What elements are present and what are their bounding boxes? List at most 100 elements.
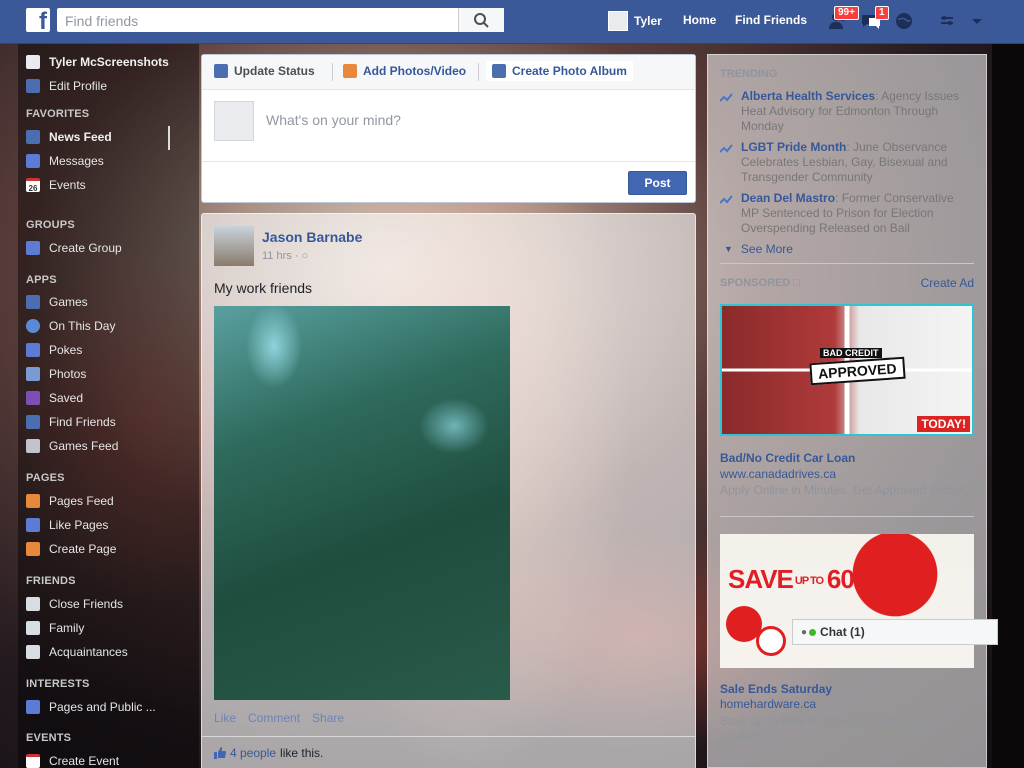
acquaintances-icon — [26, 645, 40, 659]
album-icon — [492, 64, 506, 78]
trending-arrow-icon — [720, 93, 733, 102]
trending-item[interactable]: Dean Del Mastro: Former Conservative MP … — [720, 191, 970, 236]
likes-summary: 4 people like this. — [202, 736, 695, 760]
ad-upto-text: UP TO — [794, 575, 824, 588]
interests-heading: INTERESTS — [26, 678, 90, 690]
post-button[interactable]: Post — [628, 171, 687, 195]
avatar — [214, 101, 254, 141]
right-column: TRENDING Alberta Health Services: Agency… — [707, 54, 987, 768]
pages-feed-flag-icon — [26, 494, 40, 508]
ad-url[interactable]: www.canadadrives.ca — [720, 467, 836, 481]
sidebar-item-acquaintances[interactable]: Acquaintances — [26, 643, 128, 661]
avatar[interactable] — [214, 226, 254, 266]
sidebar-item-saved[interactable]: Saved — [26, 389, 83, 407]
ad-title[interactable]: Sale Ends Saturday — [720, 682, 832, 696]
sidebar-item-find-friends[interactable]: Find Friends — [26, 413, 116, 431]
ad-approved-badge: APPROVED — [809, 356, 906, 386]
story-author[interactable]: Jason Barnabe — [262, 229, 362, 245]
ad-description: Apply Online in Minutes. Get Approved To… — [720, 483, 965, 497]
status-input[interactable]: What's on your mind? — [266, 112, 401, 128]
story-photo[interactable] — [214, 306, 510, 700]
nav-user-name: Tyler — [634, 14, 662, 28]
sidebar-item-pages-feed[interactable]: Pages Feed — [26, 492, 114, 510]
sidebar-item-like-pages[interactable]: Like Pages — [26, 516, 108, 534]
see-more-link[interactable]: ▼ See More — [724, 242, 793, 256]
create-event-label: Create Event — [49, 754, 120, 768]
sidebar-item-create-event[interactable]: Create Event — [26, 752, 119, 768]
composer-footer: Post — [202, 161, 695, 203]
sidebar-item-pokes[interactable]: Pokes — [26, 341, 82, 359]
messages-icon — [26, 154, 40, 168]
see-more-label: See More — [740, 242, 793, 256]
sidebar-item-on-this-day[interactable]: On This Day — [26, 317, 115, 335]
sidebar-item-games[interactable]: Games — [26, 293, 88, 311]
feed-list-icon — [26, 700, 40, 714]
comment-link[interactable]: Comment — [248, 711, 300, 725]
ad-lantern-graphic — [756, 626, 786, 656]
sidebar-item-events[interactable]: 26 Events — [26, 176, 86, 194]
photos-label: Photos — [49, 367, 87, 381]
like-link[interactable]: Like — [214, 711, 236, 725]
trending-item[interactable]: LGBT Pride Month: June Observance Celebr… — [720, 140, 970, 185]
pages-heading: PAGES — [26, 472, 65, 484]
find-friends-label: Find Friends — [49, 415, 116, 429]
ad-image-car-loan[interactable]: BAD CREDIT APPROVED TODAY! — [720, 304, 974, 436]
left-navigation: Tyler McScreenshots Edit Profile FAVORIT… — [18, 44, 199, 768]
trending-heading: TRENDING — [720, 68, 778, 80]
story-timestamp[interactable]: 11 hrs · ○ — [262, 250, 308, 262]
ad-image-sale[interactable]: SAVE UP TO 60% — [720, 534, 974, 668]
sidebar-item-create-page[interactable]: Create Page — [26, 540, 116, 558]
sidebar-item-close-friends[interactable]: Close Friends — [26, 595, 123, 613]
top-bar: f Tyler Home Find Friends 99+ 1 — [0, 0, 1024, 44]
favorites-heading: FAVORITES — [26, 108, 90, 120]
search-box — [57, 8, 504, 32]
ad-title[interactable]: Bad/No Credit Car Loan — [720, 451, 855, 465]
privacy-shortcuts-icon[interactable] — [938, 10, 960, 32]
ad-percent-text: 60% — [826, 564, 877, 594]
edit-profile-link[interactable]: Edit Profile — [26, 77, 107, 95]
sponsored-label: SPONSORED — [720, 277, 791, 289]
trending-title: Dean Del Mastro — [741, 191, 836, 205]
nav-find-friends-link[interactable]: Find Friends — [735, 13, 807, 27]
share-link[interactable]: Share — [312, 711, 344, 725]
create-group-label: Create Group — [49, 241, 122, 255]
chat-person-icon: ● — [801, 626, 808, 638]
nav-profile-link[interactable]: Tyler — [608, 11, 662, 31]
acquaintances-label: Acquaintances — [49, 645, 128, 659]
nav-home-link[interactable]: Home — [683, 13, 716, 27]
photos-icon — [26, 367, 40, 381]
account-menu-chevron-down-icon[interactable] — [966, 10, 988, 32]
create-event-icon — [26, 754, 40, 768]
active-indicator — [168, 126, 170, 150]
calendar-icon: 26 — [26, 178, 40, 193]
left-profile-link[interactable]: Tyler McScreenshots — [26, 53, 169, 71]
chat-bar[interactable]: ● Chat (1) — [792, 619, 998, 645]
ad-url[interactable]: homehardware.ca — [720, 697, 816, 711]
messages-label: Messages — [49, 154, 104, 168]
search-input[interactable] — [63, 11, 457, 31]
sidebar-item-photos[interactable]: Photos — [26, 365, 86, 383]
notifications-globe-icon[interactable] — [893, 10, 915, 32]
tab-update-status[interactable]: Update Status — [214, 64, 315, 78]
search-button[interactable] — [458, 8, 504, 32]
likes-count-link[interactable]: 4 people — [230, 746, 276, 760]
trending-item[interactable]: Alberta Health Services: Agency Issues H… — [720, 89, 970, 134]
sidebar-item-pages-public[interactable]: Pages and Public ... — [26, 698, 156, 716]
sidebar-item-games-feed[interactable]: Games Feed — [26, 437, 118, 455]
sidebar-item-family[interactable]: Family — [26, 619, 84, 637]
sidebar-item-news-feed[interactable]: News Feed — [26, 128, 112, 146]
create-ad-link[interactable]: Create Ad — [921, 276, 974, 290]
thumbs-up-icon — [214, 747, 226, 759]
thumbs-up-icon — [26, 518, 40, 532]
create-page-label: Create Page — [49, 542, 117, 556]
games-label: Games — [49, 295, 88, 309]
tab-create-album[interactable]: Create Photo Album — [486, 61, 633, 81]
tab-divider — [332, 63, 333, 81]
trending-title: LGBT Pride Month — [741, 140, 847, 154]
sidebar-item-create-group[interactable]: Create Group — [26, 239, 122, 257]
tab-add-photos[interactable]: Add Photos/Video — [343, 64, 466, 78]
sidebar-item-messages[interactable]: Messages — [26, 152, 104, 170]
facebook-logo-icon[interactable]: f — [26, 8, 50, 32]
edit-pencil-icon — [26, 79, 40, 93]
tab-update-status-label: Update Status — [234, 64, 315, 78]
